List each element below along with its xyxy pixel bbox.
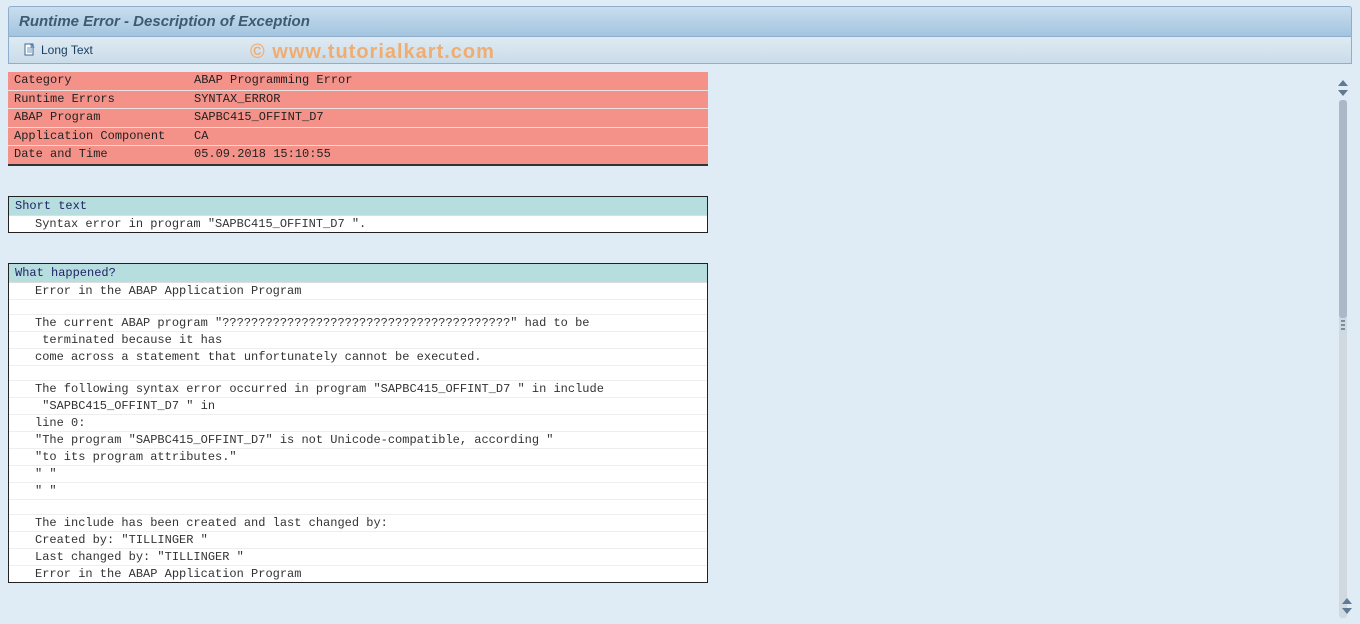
table-row: Date and Time05.09.2018 15:10:55 — [8, 146, 708, 165]
info-value: CA — [188, 127, 708, 146]
text-line: terminated because it has — [9, 332, 707, 349]
text-line: " " — [9, 466, 707, 483]
text-line: The include has been created and last ch… — [9, 515, 707, 532]
text-line: "SAPBC415_OFFINT_D7 " in — [9, 398, 707, 415]
text-line — [9, 366, 707, 381]
text-line — [9, 300, 707, 315]
content-area: CategoryABAP Programming ErrorRuntime Er… — [8, 72, 1352, 583]
text-line: "The program "SAPBC415_OFFINT_D7" is not… — [9, 432, 707, 449]
info-label: Runtime Errors — [8, 90, 188, 109]
page-title: Runtime Error - Description of Exception — [19, 13, 310, 30]
scroll-down-arrow-icon[interactable] — [1338, 90, 1348, 96]
text-line: Created by: "TILLINGER " — [9, 532, 707, 549]
info-label: ABAP Program — [8, 109, 188, 128]
table-row: Application ComponentCA — [8, 127, 708, 146]
long-text-label: Long Text — [41, 43, 93, 57]
info-value: 05.09.2018 15:10:55 — [188, 146, 708, 165]
scrollbar-track[interactable] — [1339, 100, 1347, 618]
info-label: Category — [8, 72, 188, 90]
text-line: Last changed by: "TILLINGER " — [9, 549, 707, 566]
vertical-scrollbar[interactable] — [1334, 80, 1352, 622]
info-label: Date and Time — [8, 146, 188, 165]
text-line: Error in the ABAP Application Program — [9, 566, 707, 582]
table-row: CategoryABAP Programming Error — [8, 72, 708, 90]
info-value: SAPBC415_OFFINT_D7 — [188, 109, 708, 128]
scrollbar-thumb[interactable] — [1339, 100, 1347, 318]
text-line — [9, 500, 707, 515]
text-line: come across a statement that unfortunate… — [9, 349, 707, 366]
short-text-panel: Short text Syntax error in program "SAPB… — [8, 196, 708, 233]
text-line: Syntax error in program "SAPBC415_OFFINT… — [9, 216, 707, 232]
scroll-lower-arrows — [1342, 598, 1352, 614]
short-text-header: Short text — [9, 197, 707, 216]
text-line: " " — [9, 483, 707, 500]
scrollbar-grip-icon — [1341, 318, 1345, 336]
title-bar: Runtime Error - Description of Exception — [8, 6, 1352, 37]
text-line: line 0: — [9, 415, 707, 432]
long-text-button[interactable]: Long Text — [17, 41, 99, 59]
scroll-up-arrow-icon[interactable] — [1342, 598, 1352, 604]
table-row: ABAP ProgramSAPBC415_OFFINT_D7 — [8, 109, 708, 128]
info-value: SYNTAX_ERROR — [188, 90, 708, 109]
text-line: Error in the ABAP Application Program — [9, 283, 707, 300]
info-value: ABAP Programming Error — [188, 72, 708, 90]
text-line: "to its program attributes." — [9, 449, 707, 466]
scroll-up-arrow-icon[interactable] — [1338, 80, 1348, 86]
document-icon — [23, 43, 37, 57]
text-line: The current ABAP program "??????????????… — [9, 315, 707, 332]
info-label: Application Component — [8, 127, 188, 146]
what-happened-header: What happened? — [9, 264, 707, 283]
toolbar: Long Text — [8, 37, 1352, 64]
table-row: Runtime ErrorsSYNTAX_ERROR — [8, 90, 708, 109]
scroll-down-arrow-icon[interactable] — [1342, 608, 1352, 614]
what-happened-panel: What happened? Error in the ABAP Applica… — [8, 263, 708, 583]
text-line: The following syntax error occurred in p… — [9, 381, 707, 398]
error-info-table: CategoryABAP Programming ErrorRuntime Er… — [8, 72, 708, 166]
